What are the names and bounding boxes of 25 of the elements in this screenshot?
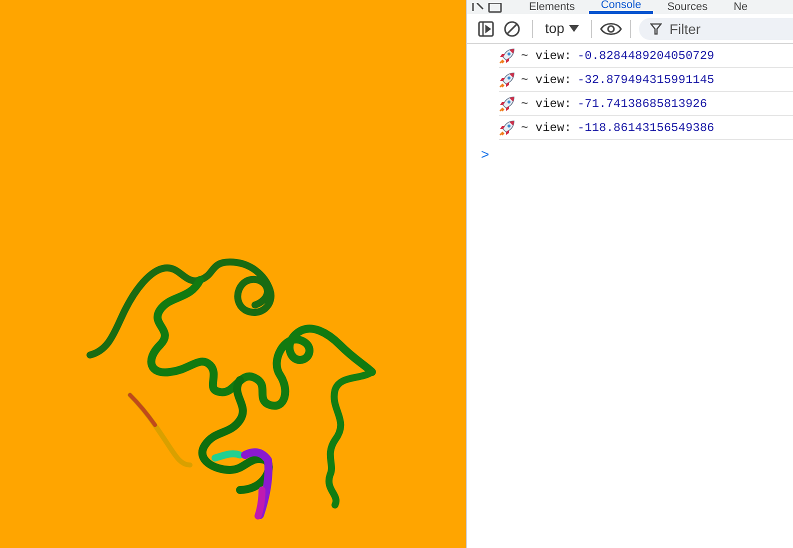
sidebar-toggle-icon[interactable] (477, 20, 495, 38)
caret-icon (569, 25, 580, 32)
eye-icon[interactable] (600, 20, 622, 36)
log-label: ~ view: (521, 48, 572, 64)
log-value: -0.8284489204050729 (577, 48, 714, 64)
panel-tab[interactable]: Sources (655, 0, 720, 14)
rocket-icon (499, 72, 515, 88)
panel-tab[interactable]: Ne (722, 0, 760, 14)
log-value: -32.879494315991145 (577, 72, 714, 88)
device-toolbar-icon[interactable] (487, 3, 505, 13)
log-value: -118.86143156549386 (577, 120, 714, 136)
rocket-icon (499, 48, 515, 64)
rocket-icon (499, 96, 515, 112)
filter-icon (650, 22, 662, 34)
log-label: ~ view: (521, 96, 572, 112)
clear-icon[interactable] (503, 20, 521, 38)
panel-tab[interactable]: Elements (517, 0, 587, 14)
log-value: -71.74138685813926 (577, 96, 708, 112)
filter-field[interactable]: Filter (639, 18, 793, 40)
log-label: ~ view: (521, 120, 572, 136)
rocket-icon (499, 120, 515, 136)
inspect-icon[interactable] (471, 3, 485, 13)
console-prompt[interactable]: > (481, 144, 490, 165)
log-label: ~ view: (521, 72, 572, 88)
context-selector[interactable]: top (541, 18, 584, 39)
